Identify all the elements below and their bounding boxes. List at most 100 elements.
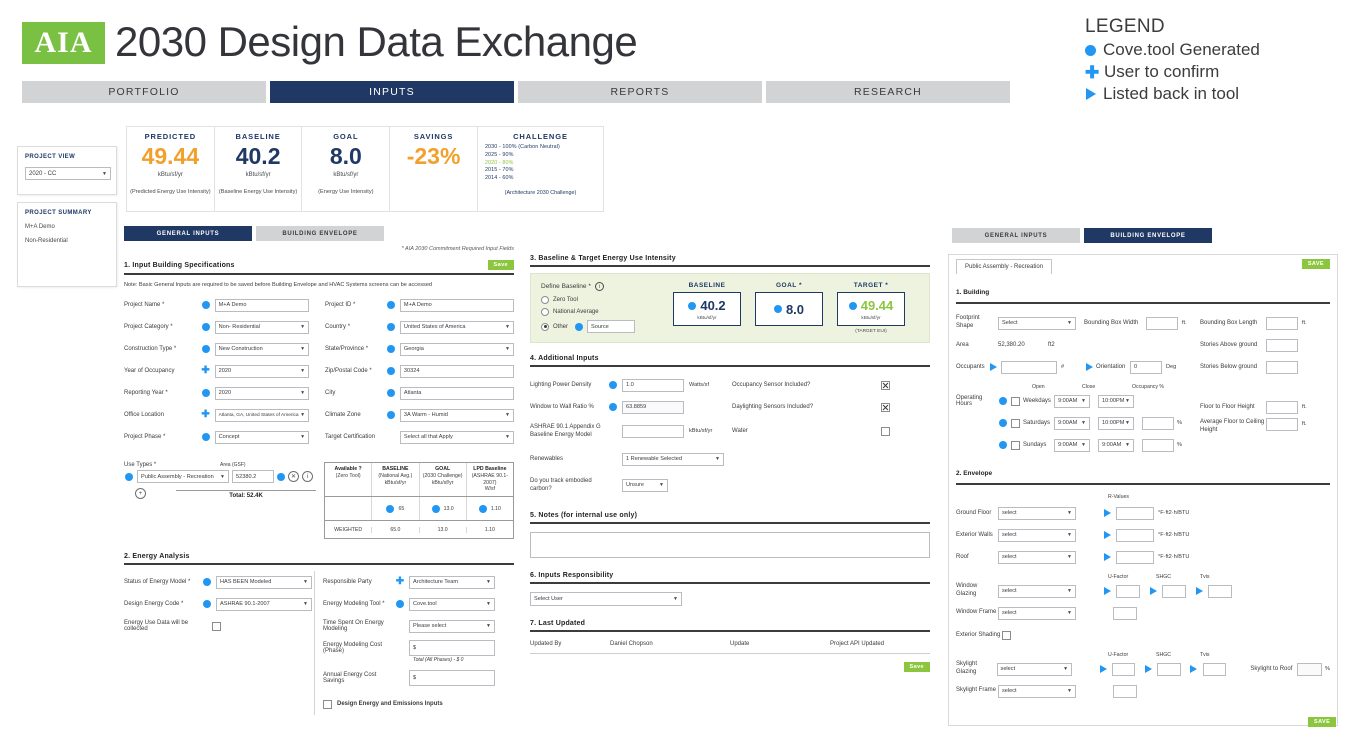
design-energy-code-select[interactable]: ASHRAE 90.1-2007 ▼: [216, 597, 312, 611]
skylight-glazing-tvis-input[interactable]: [1202, 662, 1227, 676]
weekdays-close-select[interactable]: 10:00PM ▼: [1098, 394, 1134, 408]
daylighting-sensors-checkbox[interactable]: [881, 402, 890, 412]
entity-tab-public-assembly[interactable]: Public Assembly - Recreation: [956, 259, 1053, 274]
subtab-building-envelope[interactable]: BUILDING ENVELOPE: [256, 226, 384, 241]
country-select[interactable]: United States of America ▼: [399, 320, 514, 334]
floor-to-ceiling-input[interactable]: [1266, 418, 1298, 431]
saturdays-occupancy-input[interactable]: [1142, 416, 1174, 430]
year-of-occupancy-select[interactable]: 2020 ▼: [214, 364, 310, 378]
office-location-select[interactable]: Atlanta, GA, United States of America ▼: [214, 408, 310, 422]
inputs-responsibility-user-select[interactable]: Select User ▼: [530, 592, 682, 606]
add-use-type-button[interactable]: +: [135, 488, 146, 499]
ashrae-appendix-g-input[interactable]: [622, 424, 684, 438]
occupants-input[interactable]: [1001, 360, 1057, 374]
weekdays-checkbox[interactable]: [1011, 396, 1020, 406]
save-button-section1[interactable]: Save: [487, 260, 514, 270]
skylight-frame-select[interactable]: select ▼: [998, 684, 1076, 698]
close-circle-icon[interactable]: ✕: [288, 471, 299, 482]
stories-below-input[interactable]: [1266, 360, 1298, 374]
annual-energy-cost-savings-input[interactable]: $: [409, 670, 495, 686]
window-wall-ratio-input[interactable]: 63.8859: [622, 400, 684, 414]
project-view-select[interactable]: 2020 - CC ▼: [25, 167, 111, 180]
city-input[interactable]: Atlanta: [399, 386, 514, 400]
tab-research[interactable]: RESEARCH: [766, 81, 1010, 103]
target-certification-select[interactable]: Select all that Apply ▼: [399, 430, 514, 444]
responsible-party-select[interactable]: Architecture Team ▼: [409, 575, 495, 589]
occupancy-sensor-checkbox[interactable]: [881, 380, 890, 390]
weekdays-open-select[interactable]: 9:00AM ▼: [1054, 394, 1090, 408]
project-name-input[interactable]: M+A Demo: [214, 298, 310, 312]
skylight-frame-u-input[interactable]: [1113, 684, 1137, 698]
embodied-carbon-select[interactable]: Unsure ▼: [622, 478, 668, 492]
skylight-glazing-shgc-input[interactable]: [1157, 662, 1181, 676]
info-circle-icon[interactable]: i: [594, 282, 604, 291]
tab-portfolio[interactable]: PORTFOLIO: [22, 81, 266, 103]
footprint-shape-select[interactable]: Select ▼: [998, 316, 1076, 330]
tab-reports[interactable]: REPORTS: [518, 81, 762, 103]
orientation-input[interactable]: 0: [1130, 360, 1162, 374]
bbox-length-input[interactable]: [1266, 316, 1298, 330]
ground-floor-select[interactable]: select ▼: [998, 506, 1076, 520]
roof-rvalue-input[interactable]: [1116, 550, 1154, 564]
sundays-checkbox[interactable]: [1011, 440, 1020, 450]
sundays-open-select[interactable]: 9:00AM ▼: [1054, 438, 1090, 452]
window-glazing-u-input[interactable]: [1116, 584, 1140, 598]
save-button-envelope-top[interactable]: SAVE: [1301, 259, 1330, 269]
time-spent-modeling-select[interactable]: Please select ▼: [409, 619, 495, 633]
floor-to-floor-input[interactable]: [1266, 400, 1298, 414]
skylight-glazing-select[interactable]: select ▼: [996, 662, 1073, 676]
window-glazing-select[interactable]: select ▼: [998, 584, 1076, 598]
saturdays-open-select[interactable]: 9:00AM ▼: [1054, 416, 1090, 430]
stories-above-input[interactable]: [1266, 338, 1298, 352]
info-circle-icon[interactable]: i: [302, 471, 313, 482]
tab-inputs[interactable]: INPUTS: [270, 81, 514, 103]
construction-type-select[interactable]: New Construction ▼: [214, 342, 310, 356]
radio-other[interactable]: [541, 322, 549, 331]
notes-textarea[interactable]: [530, 532, 930, 558]
energy-use-data-checkbox[interactable]: [212, 621, 221, 631]
state-province-select[interactable]: Georgia ▼: [399, 342, 514, 356]
project-phase-select[interactable]: Concept ▼: [214, 430, 310, 444]
water-checkbox[interactable]: [881, 426, 890, 436]
project-category-select[interactable]: Non- Residential ▼: [214, 320, 310, 334]
baseline-source-input[interactable]: Source: [587, 320, 636, 333]
subtab-general-inputs[interactable]: GENERAL INPUTS: [124, 226, 252, 241]
form-row: Orientation 0 Deg: [1084, 356, 1200, 378]
subtab-building-envelope-right[interactable]: BUILDING ENVELOPE: [1084, 228, 1212, 243]
saturdays-close-select[interactable]: 10:00PM ▼: [1098, 416, 1134, 430]
building-envelope-panel: Public Assembly - Recreation SAVE 1. Bui…: [948, 254, 1338, 726]
subtab-general-inputs-right[interactable]: GENERAL INPUTS: [952, 228, 1080, 243]
reporting-year-select[interactable]: 2020 ▼: [214, 386, 310, 400]
save-button-envelope-bottom[interactable]: SAVE: [1308, 717, 1337, 727]
roof-select[interactable]: select ▼: [998, 550, 1076, 564]
ground-floor-rvalue-input[interactable]: [1116, 506, 1154, 520]
sundays-occupancy-input[interactable]: [1142, 438, 1174, 452]
cell-lpd: 1.10: [467, 497, 513, 520]
window-glazing-tvis-input[interactable]: [1208, 584, 1232, 598]
skylight-to-roof-input[interactable]: [1296, 662, 1323, 676]
status-of-energy-model-select[interactable]: HAS BEEN Modeled ▼: [216, 575, 312, 589]
energy-modeling-tool-select[interactable]: Cove.tool ▼: [409, 597, 495, 611]
energy-modeling-cost-input[interactable]: $: [409, 640, 495, 656]
window-glazing-shgc-input[interactable]: [1162, 584, 1186, 598]
window-frame-u-input[interactable]: [1113, 606, 1137, 620]
exterior-walls-select[interactable]: select ▼: [998, 528, 1076, 542]
use-type-select[interactable]: Public Assembly - Recreation ▼: [137, 470, 229, 483]
sundays-close-select[interactable]: 9:00AM ▼: [1098, 438, 1134, 452]
save-button-mid-panel[interactable]: Save: [903, 662, 930, 672]
skylight-glazing-u-input[interactable]: [1112, 662, 1136, 676]
climate-zone-select[interactable]: 3A Warm - Humid ▼: [399, 408, 514, 422]
bbox-width-input[interactable]: [1146, 316, 1178, 330]
use-type-area-input[interactable]: 52380.2: [232, 470, 274, 483]
exterior-walls-rvalue-input[interactable]: [1116, 528, 1154, 542]
saturdays-checkbox[interactable]: [1011, 418, 1020, 428]
radio-national-average[interactable]: [541, 308, 549, 316]
project-id-input[interactable]: M+A Demo: [399, 298, 514, 312]
radio-zero-tool[interactable]: [541, 296, 549, 304]
exterior-shading-checkbox[interactable]: [1002, 630, 1011, 640]
design-energy-emissions-checkbox[interactable]: [323, 699, 332, 709]
window-frame-select[interactable]: select ▼: [998, 606, 1076, 620]
renewables-select[interactable]: 1 Renewable Selected ▼: [622, 452, 724, 466]
zip-postal-code-input[interactable]: 30324: [399, 364, 514, 378]
lighting-power-density-input[interactable]: 1.0: [622, 378, 684, 392]
